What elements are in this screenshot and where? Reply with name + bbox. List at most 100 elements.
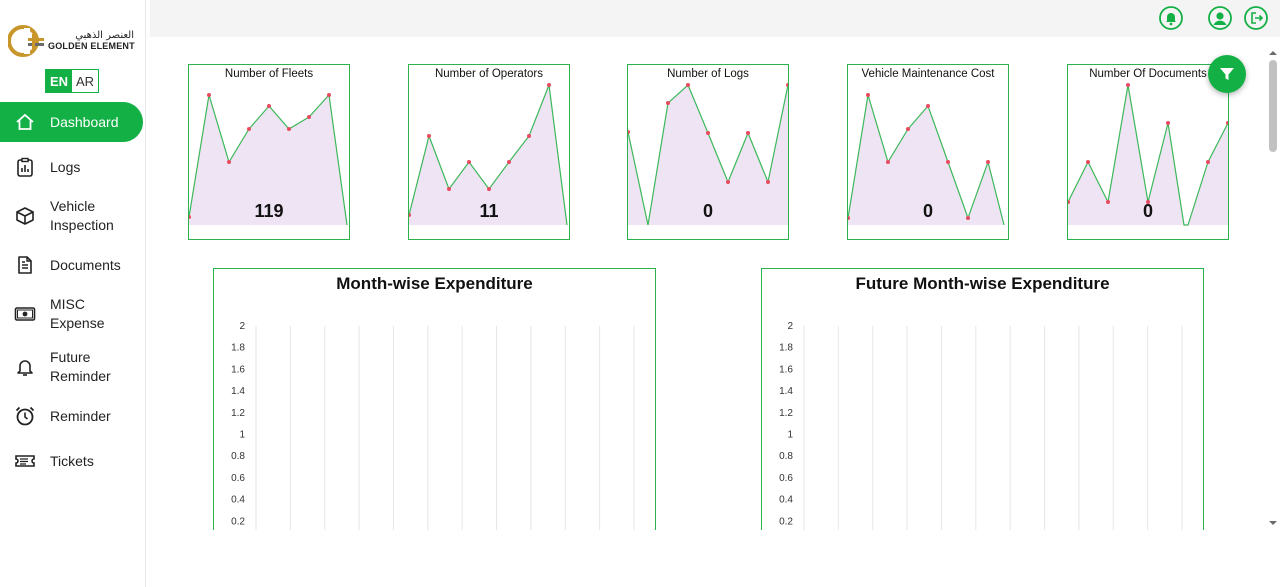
sparkline-marker bbox=[1226, 121, 1228, 125]
sparkline-marker bbox=[786, 83, 788, 87]
brand-logo[interactable]: العنصر الذهبي GOLDEN ELEMENT bbox=[8, 24, 135, 58]
y-tick-label: 0.8 bbox=[231, 451, 245, 462]
top-bar bbox=[150, 0, 1280, 37]
notification-bell-icon[interactable] bbox=[1159, 6, 1183, 30]
card-title: Number of Operators bbox=[434, 68, 543, 80]
user-profile-icon[interactable] bbox=[1208, 6, 1232, 30]
app-window: العنصر الذهبي GOLDEN ELEMENT EN AR Dashb… bbox=[0, 0, 1280, 587]
sparkline-marker bbox=[766, 180, 770, 184]
card-value: 11 bbox=[479, 201, 499, 221]
sparkline-marker bbox=[547, 83, 551, 87]
sidebar-nav: Dashboard Logs Vehicle Inspection Docume… bbox=[0, 102, 146, 486]
logout-icon[interactable] bbox=[1244, 6, 1268, 30]
card-title: Number of Fleets bbox=[224, 68, 314, 80]
filter-button[interactable] bbox=[1208, 55, 1246, 93]
stat-card-maintenance-cost[interactable]: Vehicle Maintenance Cost 0 bbox=[847, 64, 1009, 240]
sparkline-marker bbox=[706, 131, 710, 135]
card-value: 119 bbox=[254, 201, 284, 221]
y-tick-label: 0.6 bbox=[231, 473, 245, 484]
y-tick-label: 2 bbox=[787, 321, 793, 332]
sparkline-marker bbox=[287, 127, 291, 131]
y-tick-label: 0.4 bbox=[779, 495, 793, 506]
scrollbar-thumb[interactable] bbox=[1269, 60, 1277, 152]
clipboard-chart-icon bbox=[14, 156, 36, 178]
sidebar-item-label: Logs bbox=[50, 158, 81, 175]
card-title: Number Of Documents bbox=[1089, 68, 1207, 80]
y-tick-label: 1.8 bbox=[779, 343, 793, 354]
sparkline-marker bbox=[327, 93, 331, 97]
sparkline-marker bbox=[686, 83, 690, 87]
sidebar-item-label: Dashboard bbox=[50, 113, 119, 130]
stat-card-documents[interactable]: Number Of Documents 0 bbox=[1067, 64, 1229, 240]
sidebar-item-logs[interactable]: Logs bbox=[0, 147, 146, 187]
sparkline-marker bbox=[1126, 83, 1130, 87]
alarm-clock-icon bbox=[14, 405, 36, 427]
y-tick-label: 1.8 bbox=[231, 343, 245, 354]
y-tick-label: 1.4 bbox=[231, 386, 245, 397]
sidebar-item-label: Vehicle Inspection bbox=[50, 198, 114, 233]
card-value: 0 bbox=[922, 201, 933, 221]
document-icon bbox=[14, 254, 36, 276]
sparkline-marker bbox=[946, 160, 950, 164]
page-scrollbar[interactable] bbox=[1266, 40, 1280, 530]
sparkline-marker bbox=[906, 127, 910, 131]
sidebar-item-label: Documents bbox=[50, 256, 121, 273]
sidebar-item-label: Tickets bbox=[50, 452, 94, 469]
sidebar: العنصر الذهبي GOLDEN ELEMENT EN AR Dashb… bbox=[0, 0, 146, 587]
sidebar-item-label: Reminder bbox=[50, 407, 111, 424]
sparkline-marker bbox=[1166, 121, 1170, 125]
filter-icon bbox=[1220, 68, 1234, 80]
page-bottom-area bbox=[150, 530, 1280, 587]
sparkline-marker bbox=[507, 160, 511, 164]
sparkline-marker bbox=[1086, 160, 1090, 164]
sparkline-marker bbox=[447, 187, 451, 191]
sparkline-marker bbox=[267, 104, 271, 108]
sidebar-item-future-reminder[interactable]: Future Reminder bbox=[0, 343, 146, 391]
y-tick-label: 1.2 bbox=[231, 408, 245, 419]
golden-element-logo-icon bbox=[8, 25, 44, 57]
sidebar-item-tickets[interactable]: Tickets bbox=[0, 441, 146, 481]
sparkline-marker bbox=[666, 101, 670, 105]
sidebar-item-reminder[interactable]: Reminder bbox=[0, 396, 146, 436]
stat-card-fleets[interactable]: Number of Fleets 119 bbox=[188, 64, 350, 240]
sidebar-item-misc-expense[interactable]: MISC Expense bbox=[0, 290, 146, 338]
y-tick-label: 0.4 bbox=[231, 495, 245, 506]
y-tick-label: 0.8 bbox=[779, 451, 793, 462]
sparkline-marker bbox=[467, 160, 471, 164]
ticket-icon bbox=[14, 450, 36, 472]
sidebar-item-vehicle-inspection[interactable]: Vehicle Inspection bbox=[0, 192, 146, 240]
sidebar-item-dashboard[interactable]: Dashboard bbox=[0, 102, 143, 142]
brand-name-arabic: العنصر الذهبي bbox=[75, 30, 134, 41]
y-tick-label: 1.6 bbox=[779, 364, 793, 375]
card-value: 0 bbox=[702, 201, 713, 221]
sidebar-item-documents[interactable]: Documents bbox=[0, 245, 146, 285]
card-value: 0 bbox=[1142, 201, 1153, 221]
sidebar-item-label: Future Reminder bbox=[50, 349, 111, 384]
sparkline-marker bbox=[866, 93, 870, 97]
cube-icon bbox=[14, 205, 36, 227]
language-switcher: EN AR bbox=[45, 69, 99, 93]
sparkline-marker bbox=[307, 115, 311, 119]
brand-name-english: GOLDEN ELEMENT bbox=[48, 41, 135, 51]
sidebar-item-label: MISC Expense bbox=[50, 296, 105, 331]
sparkline-marker bbox=[487, 187, 491, 191]
scroll-up-arrow-icon[interactable] bbox=[1266, 46, 1280, 60]
y-tick-label: 0.6 bbox=[779, 473, 793, 484]
card-title: Vehicle Maintenance Cost bbox=[861, 68, 995, 80]
y-tick-label: 1.2 bbox=[779, 408, 793, 419]
y-tick-label: 1.6 bbox=[231, 364, 245, 375]
y-tick-label: 1.4 bbox=[779, 386, 793, 397]
sparkline-marker bbox=[1206, 160, 1210, 164]
language-ar-button[interactable]: AR bbox=[72, 70, 98, 92]
language-en-button[interactable]: EN bbox=[46, 70, 72, 92]
scroll-down-arrow-icon[interactable] bbox=[1266, 516, 1280, 530]
sparkline-marker bbox=[726, 180, 730, 184]
sparkline-marker bbox=[247, 127, 251, 131]
bell-icon bbox=[14, 356, 36, 378]
stat-card-logs[interactable]: Number of Logs 0 bbox=[627, 64, 789, 240]
sparkline-marker bbox=[628, 130, 630, 134]
chart-plot-area: 2 1.8 1.6 1.4 1.2 1 0.8 0.6 0.4 0.2 bbox=[779, 321, 1183, 537]
stat-card-operators[interactable]: Number of Operators 11 bbox=[408, 64, 570, 240]
sparkline-marker bbox=[926, 104, 930, 108]
y-tick-label: 0.2 bbox=[231, 516, 245, 527]
